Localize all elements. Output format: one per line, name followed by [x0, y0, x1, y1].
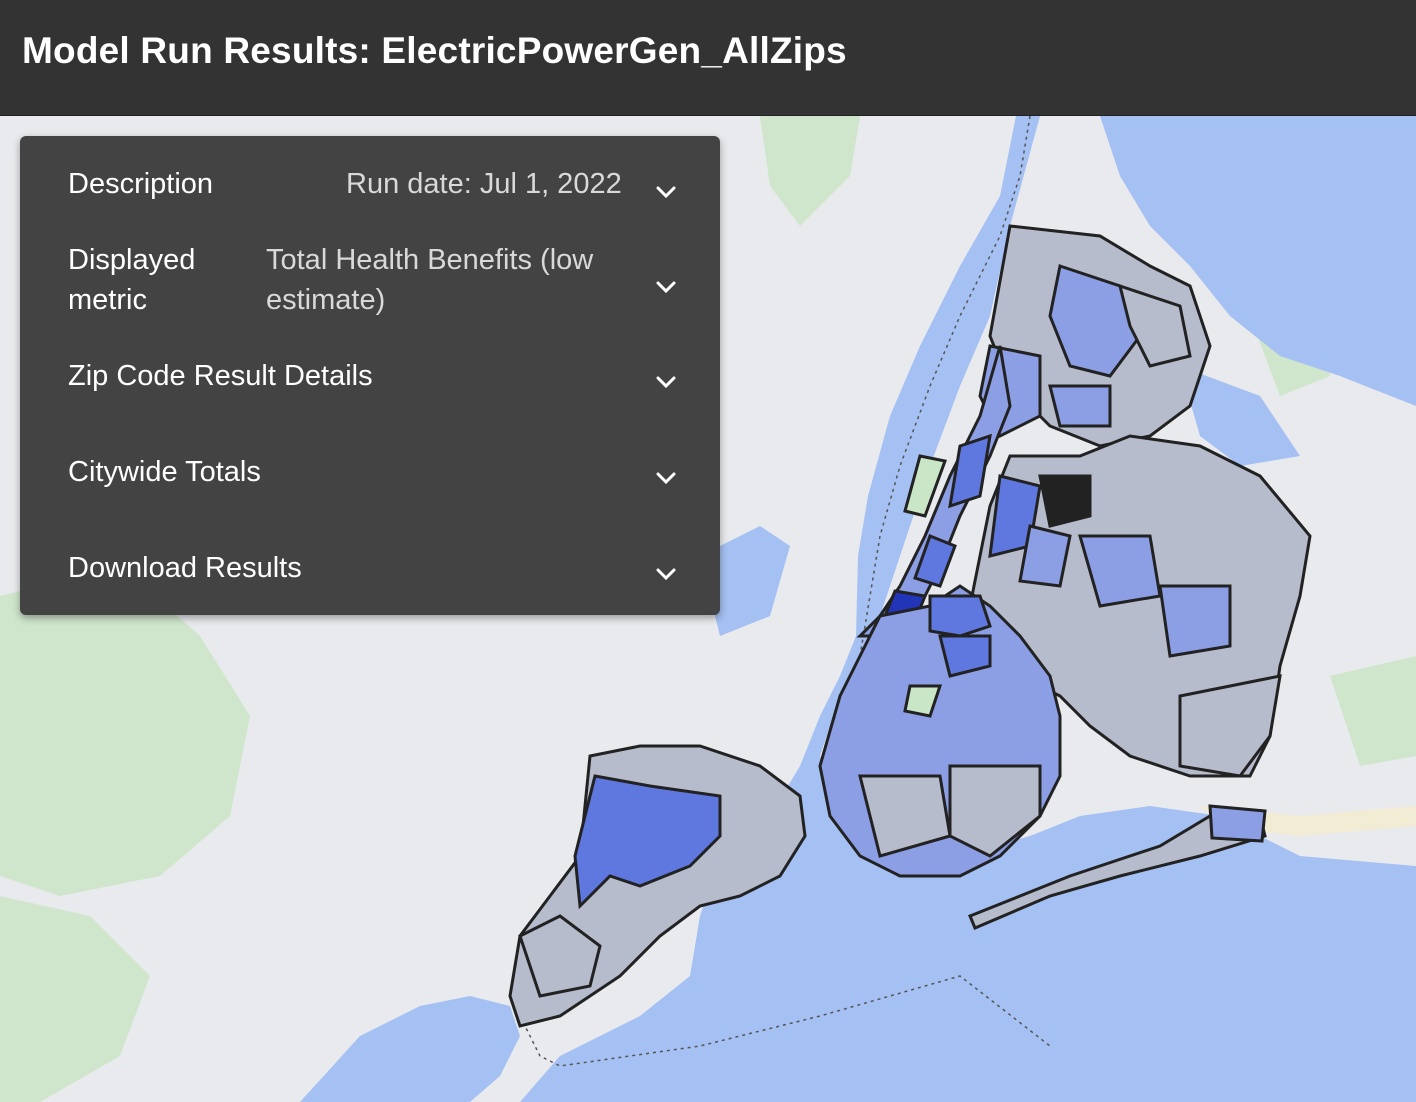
description-label: Description	[68, 168, 214, 200]
displayed-metric-row[interactable]: Displayed metric Total Health Benefits (…	[20, 238, 720, 328]
zip-area-airport[interactable]	[1038, 474, 1092, 528]
chevron-down-icon[interactable]	[652, 560, 680, 588]
download-results-row[interactable]: Download Results	[20, 546, 720, 606]
zip-area[interactable]	[1208, 804, 1267, 843]
zip-area[interactable]	[1158, 584, 1232, 658]
results-panel: Description Run date: Jul 1, 2022 Displa…	[20, 136, 720, 615]
displayed-metric-value-line1: Total Health Benefits (low	[266, 244, 594, 276]
displayed-metric-label-line1: Displayed	[68, 244, 196, 276]
citywide-totals-row[interactable]: Citywide Totals	[20, 450, 720, 510]
page-title: Model Run Results: ElectricPowerGen_AllZ…	[22, 30, 847, 71]
zip-area[interactable]	[1048, 384, 1112, 428]
description-row[interactable]: Description Run date: Jul 1, 2022	[20, 162, 720, 222]
run-date-value: Run date: Jul 1, 2022	[346, 168, 622, 200]
zip-area[interactable]	[1018, 524, 1072, 588]
displayed-metric-label-line2: metric	[68, 284, 147, 316]
chevron-down-icon[interactable]	[652, 273, 680, 301]
title-bar: Model Run Results: ElectricPowerGen_AllZ…	[0, 0, 1416, 116]
chevron-down-icon[interactable]	[652, 178, 680, 206]
zip-code-result-details-row[interactable]: Zip Code Result Details	[20, 354, 720, 414]
chevron-down-icon[interactable]	[652, 464, 680, 492]
zip-code-result-details-label: Zip Code Result Details	[68, 360, 373, 392]
chevron-down-icon[interactable]	[652, 368, 680, 396]
download-results-label: Download Results	[68, 552, 302, 584]
displayed-metric-value-line2: estimate)	[266, 284, 386, 316]
citywide-totals-label: Citywide Totals	[68, 456, 261, 488]
zip-area[interactable]	[928, 594, 992, 638]
